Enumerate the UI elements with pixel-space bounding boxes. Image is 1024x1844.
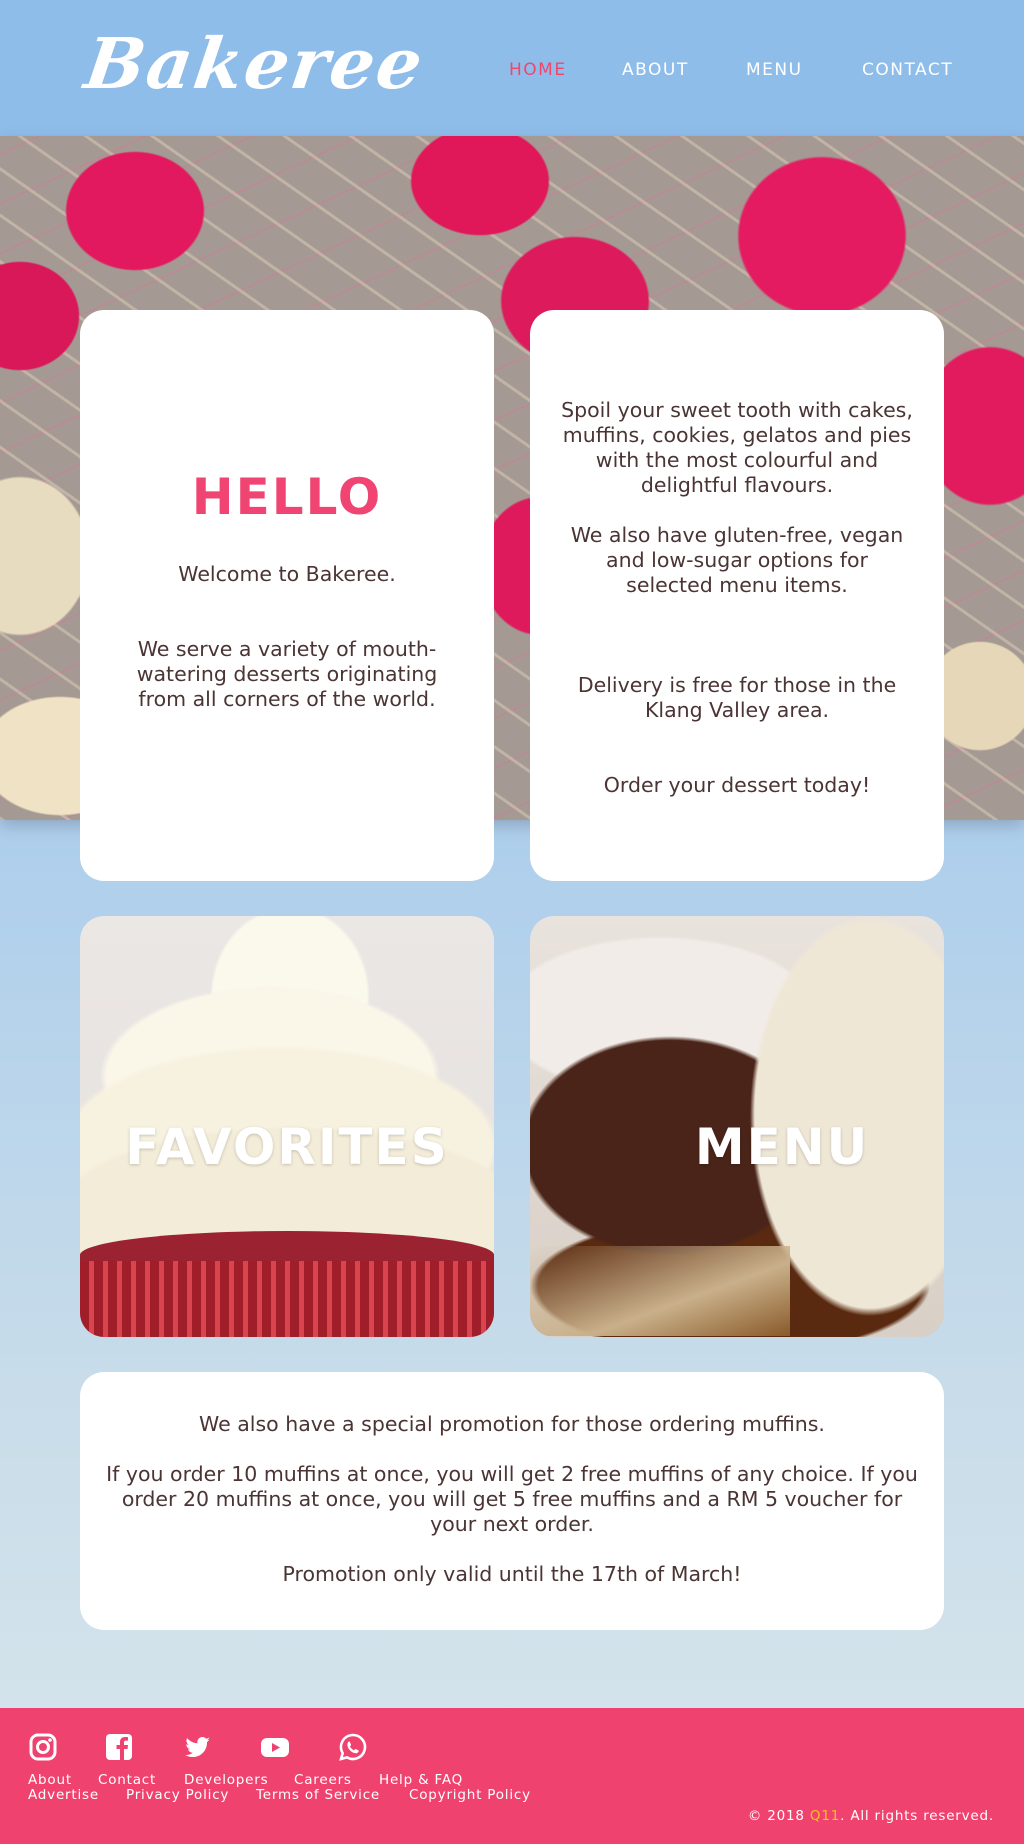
instagram-icon[interactable]	[28, 1732, 58, 1762]
intro-title: HELLO	[191, 468, 383, 526]
nav-menu[interactable]: MENU	[746, 60, 803, 80]
info-paragraph-options: We also have gluten-free, vegan and low-…	[570, 523, 904, 597]
menu-tile-label: MENU	[694, 1118, 870, 1176]
footer-link-advertise[interactable]: Advertise	[28, 1787, 99, 1803]
nav-home[interactable]: HOME	[509, 60, 567, 80]
info-card: Spoil your sweet tooth with cakes, muffi…	[530, 310, 944, 881]
footer-link-careers[interactable]: Careers	[294, 1772, 352, 1788]
copyright-prefix: © 2018	[747, 1808, 810, 1824]
footer-link-contact[interactable]: Contact	[98, 1772, 156, 1788]
promo-details: If you order 10 muffins at once, you wil…	[106, 1462, 918, 1536]
favorites-tile-label: FAVORITES	[125, 1118, 449, 1176]
copyright-suffix: . All rights reserved.	[840, 1808, 994, 1824]
twitter-icon[interactable]	[182, 1732, 212, 1762]
favorites-tile[interactable]: FAVORITES	[80, 916, 494, 1337]
promo-validity: Promotion only valid until the 17th of M…	[282, 1562, 742, 1586]
footer-link-copyright-policy[interactable]: Copyright Policy	[409, 1787, 531, 1803]
footer-link-privacy-policy[interactable]: Privacy Policy	[126, 1787, 229, 1803]
main-nav: HOME ABOUT MENU CONTACT	[0, 60, 1024, 84]
nav-contact[interactable]: CONTACT	[862, 60, 953, 80]
menu-tile[interactable]: MENU	[530, 916, 944, 1337]
footer-link-help-faq[interactable]: Help & FAQ	[379, 1772, 463, 1788]
info-paragraph-cta: Order your dessert today!	[603, 773, 871, 797]
copyright-notice: © 2018 Q11. All rights reserved.	[748, 1808, 994, 1824]
copyright-brand[interactable]: Q11	[810, 1808, 840, 1824]
promo-card: We also have a special promotion for tho…	[80, 1372, 944, 1630]
brownie-image-plate	[530, 1246, 790, 1336]
cupcake-image-wrapper	[80, 1261, 494, 1337]
info-paragraph-products: Spoil your sweet tooth with cakes, muffi…	[561, 398, 913, 497]
intro-description: We serve a variety of mouth-watering des…	[136, 637, 438, 711]
info-paragraph-delivery: Delivery is free for those in the Klang …	[577, 673, 897, 722]
footer-link-about[interactable]: About	[28, 1772, 72, 1788]
facebook-icon[interactable]	[104, 1732, 134, 1762]
site-footer: About Contact Developers Careers Help & …	[0, 1708, 1024, 1844]
youtube-icon[interactable]	[260, 1732, 290, 1762]
promo-intro: We also have a special promotion for tho…	[199, 1412, 825, 1436]
nav-about[interactable]: ABOUT	[622, 60, 689, 80]
intro-card: HELLO Welcome to Bakeree. We serve a var…	[80, 310, 494, 881]
footer-link-developers[interactable]: Developers	[184, 1772, 268, 1788]
footer-link-terms-of-service[interactable]: Terms of Service	[256, 1787, 380, 1803]
site-header: Bakeree HOME ABOUT MENU CONTACT	[0, 0, 1024, 136]
intro-welcome: Welcome to Bakeree.	[178, 562, 396, 586]
whatsapp-icon[interactable]	[338, 1732, 368, 1762]
